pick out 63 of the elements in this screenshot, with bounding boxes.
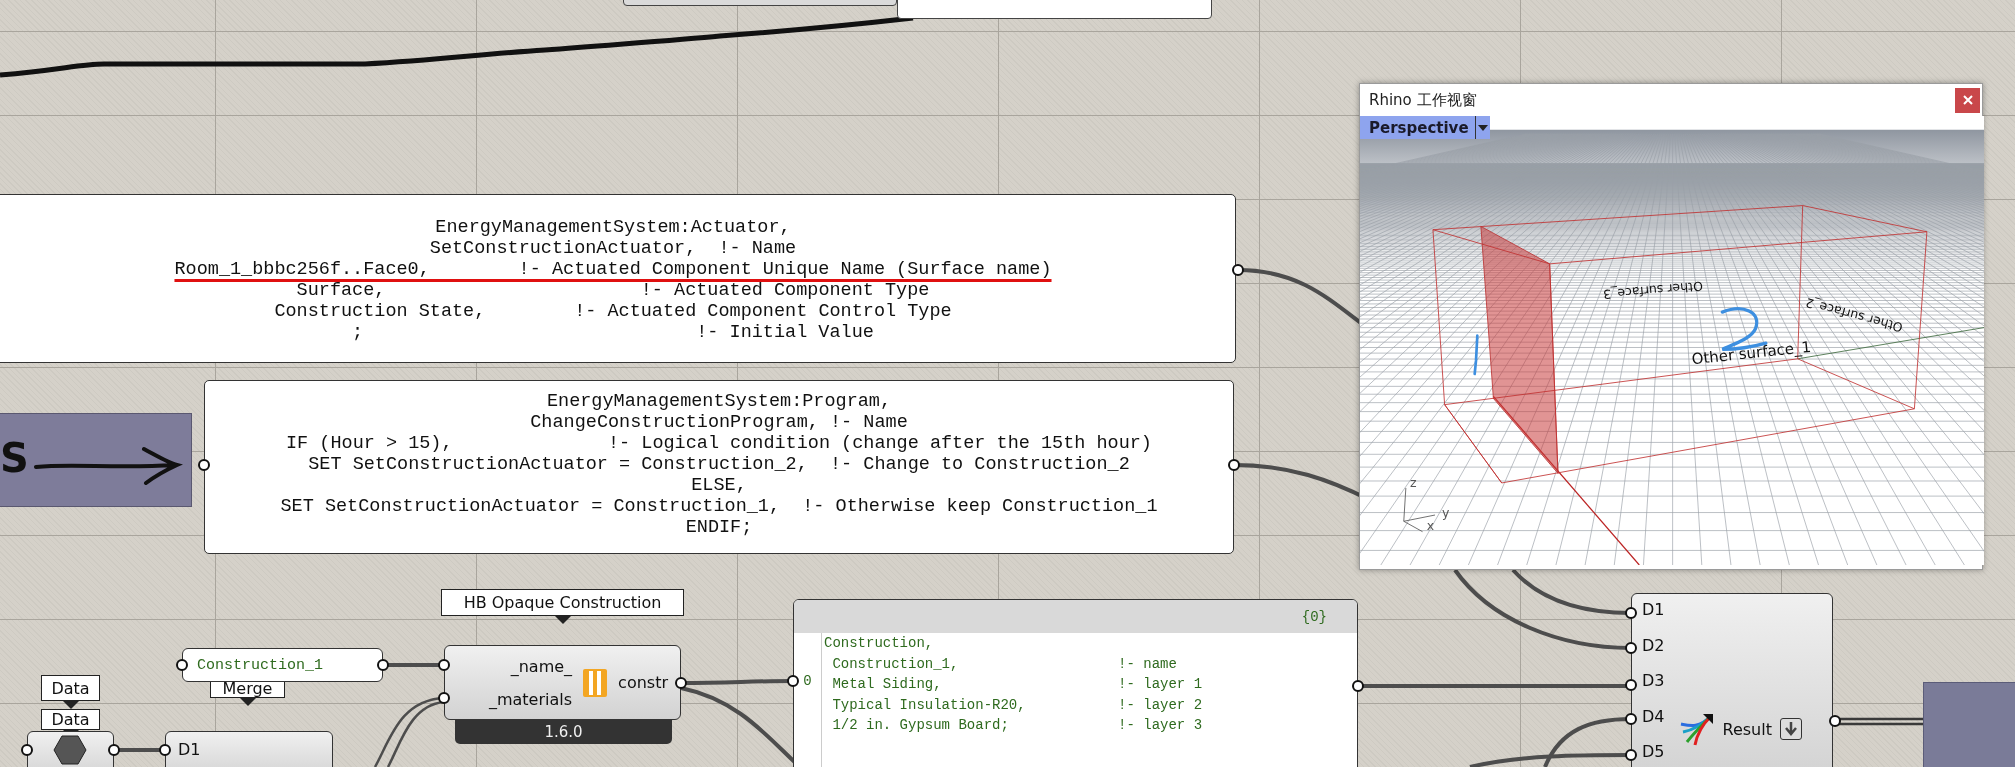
code-line: ; !- Initial Value bbox=[352, 322, 874, 343]
code-line: Surface, !- Actuated Component Type bbox=[296, 280, 930, 301]
wire-port[interactable] bbox=[1625, 713, 1637, 725]
code-line: Metal Siding, !- layer 1 bbox=[831, 675, 1203, 695]
wire-port[interactable] bbox=[1625, 607, 1637, 619]
close-button[interactable] bbox=[1955, 87, 1980, 113]
wire-port[interactable] bbox=[176, 659, 188, 671]
wire-port[interactable] bbox=[159, 744, 171, 756]
hexagon-icon bbox=[53, 735, 87, 765]
code-line: Construction State, !- Actuated Component Control Type bbox=[274, 301, 952, 322]
component-tooltip: Merge bbox=[210, 679, 285, 706]
code-line: Typical Insulation-R20, !- layer 2 bbox=[831, 695, 1203, 715]
code-line: SET SetConstructionActuator = Construction_1, !- Otherwise keep Construction_1 bbox=[280, 496, 1158, 517]
wire-port[interactable] bbox=[1625, 642, 1637, 654]
component-tooltip: HB Opaque Construction bbox=[441, 589, 684, 624]
value-panel: Construction_1 bbox=[182, 648, 383, 682]
axis-label: x bbox=[1426, 518, 1435, 534]
code-line: Room_1_bbbc256f..Face0, !- Actuated Component Unique Name (Surface name) bbox=[174, 259, 1052, 280]
wire-port[interactable] bbox=[21, 744, 33, 756]
merge-arrows-icon bbox=[1678, 712, 1715, 746]
wire-port[interactable] bbox=[1625, 749, 1637, 761]
input-param: _name_ bbox=[510, 655, 573, 678]
axis-label: y bbox=[1442, 505, 1450, 521]
input-param: D1 bbox=[178, 740, 201, 759]
input-param: _materials bbox=[488, 688, 573, 711]
index-label: 0 bbox=[803, 672, 812, 691]
download-button[interactable] bbox=[1779, 718, 1802, 740]
output-param: Result bbox=[1722, 718, 1772, 741]
code-line: IF (Hour > 15), !- Logical condition (change after the 15th hour) bbox=[286, 433, 1152, 454]
wire-port[interactable] bbox=[438, 659, 450, 671]
surface-label: Other surface_1 bbox=[1690, 337, 1812, 369]
window-title: Rhino 工作视窗 bbox=[1369, 90, 1477, 110]
wire-port[interactable] bbox=[198, 459, 210, 471]
wire-port[interactable] bbox=[438, 692, 450, 704]
code-line: Construction_1, !- name bbox=[831, 654, 1178, 674]
construction-icon bbox=[582, 667, 609, 698]
handwritten-letter: S bbox=[0, 434, 29, 483]
input-param: D4 bbox=[1642, 705, 1665, 728]
caret-icon bbox=[1477, 124, 1488, 131]
code-line: SetConstructionActuator, !- Name bbox=[429, 238, 797, 259]
code-line: Construction, bbox=[824, 634, 935, 653]
code-line: ELSE, bbox=[691, 475, 747, 496]
wire-port[interactable] bbox=[1625, 679, 1637, 691]
code-line: SET SetConstructionActuator = Construction_2, !- Change to Construction_2 bbox=[308, 454, 1130, 475]
axis-label: z bbox=[1410, 475, 1417, 491]
code-line: ChangeConstructionProgram, !- Name bbox=[530, 412, 908, 433]
path-label: {0} bbox=[1301, 608, 1327, 625]
code-line: ENDIF; bbox=[685, 517, 753, 538]
wire-port[interactable] bbox=[787, 675, 799, 687]
view-tab[interactable]: Perspective bbox=[1360, 116, 1490, 139]
surface-label: Other surface_3 bbox=[1602, 278, 1704, 303]
input-param: D3 bbox=[1642, 670, 1665, 692]
component-tooltip: Data bbox=[41, 675, 100, 709]
code-line: 1/2 in. Gypsum Board; !- layer 3 bbox=[831, 716, 1203, 736]
input-param: D2 bbox=[1642, 634, 1665, 657]
input-param: D5 bbox=[1642, 741, 1665, 763]
output-param: constr bbox=[618, 672, 668, 694]
code-line: EnergyManagementSystem:Program, bbox=[546, 391, 892, 412]
input-param: D1 bbox=[1642, 599, 1665, 621]
version-label: 1.6.0 bbox=[455, 720, 672, 744]
down-arrow-icon bbox=[1784, 722, 1797, 736]
close-icon bbox=[1962, 95, 1973, 105]
code-line: EnergyManagementSystem:Actuator, bbox=[435, 217, 791, 238]
